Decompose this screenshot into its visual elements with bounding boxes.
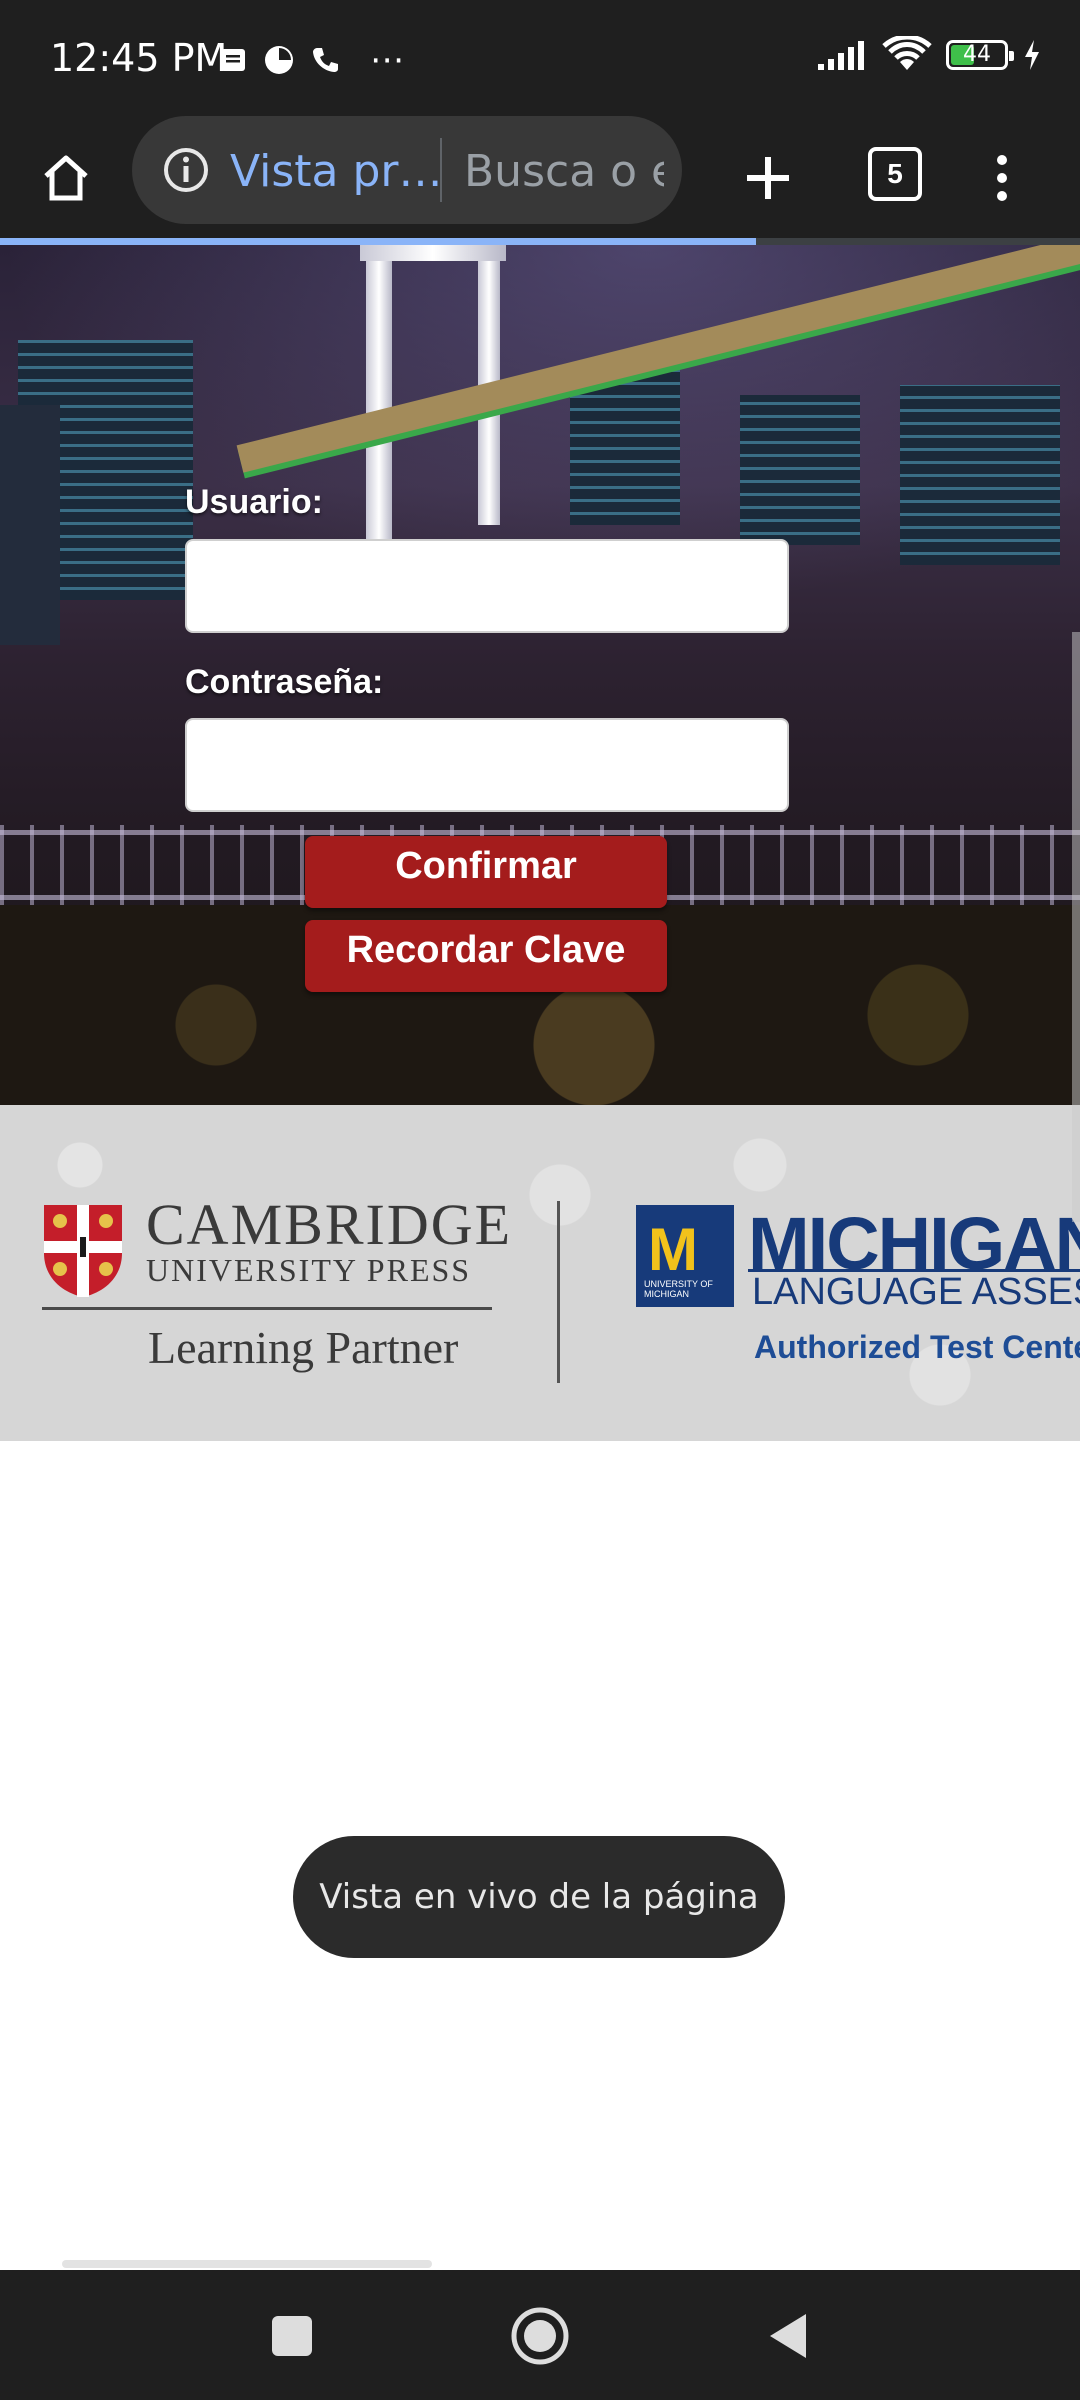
search-input[interactable]: Busca o es (464, 146, 664, 197)
remember-password-button[interactable]: Recordar Clave (305, 920, 667, 992)
phone-icon (313, 48, 338, 72)
michigan-subtitle: LANGUAGE ASSESSMENT (752, 1271, 1080, 1313)
michigan-block-logo: M UNIVERSITY OF MICHIGAN (636, 1205, 734, 1307)
url-text[interactable]: Vista pr… (230, 146, 443, 197)
navigation-bar (0, 2270, 1080, 2400)
cambridge-press: UNIVERSITY PRESS (146, 1252, 472, 1288)
notification-icons: ⋯ (218, 40, 404, 80)
battery-percent: 44 (963, 42, 991, 67)
charging-icon (1025, 40, 1039, 70)
michigan-block-m: M (648, 1216, 698, 1283)
plus-icon (747, 157, 789, 199)
new-tab-button[interactable] (738, 148, 798, 208)
home-icon (44, 155, 88, 201)
info-icon[interactable] (162, 146, 210, 194)
more-vert-icon (997, 155, 1007, 201)
cambridge-logo-text: CAMBRIDGE UNIVERSITY PRESS (146, 1192, 513, 1288)
hero-background: Usuario: Contraseña: Confirmar Recordar … (0, 245, 1080, 1105)
password-label: Contraseña: (185, 663, 384, 701)
back-button[interactable] (756, 2304, 820, 2368)
toast-message: Vista en vivo de la página (293, 1836, 785, 1958)
signal-icon (818, 41, 864, 70)
cambridge-partner-text: Learning Partner (148, 1322, 459, 1373)
square-icon (272, 2316, 312, 2356)
menu-button[interactable] (972, 148, 1032, 208)
omnibox-divider (440, 138, 442, 202)
horizontal-scrollbar[interactable] (62, 2260, 432, 2268)
more-notifications-icon: ⋯ (370, 41, 404, 79)
omnibox[interactable]: Vista pr… Busca o es (132, 116, 682, 224)
back-triangle-icon (770, 2314, 806, 2358)
page-load-progress (0, 238, 1080, 245)
partner-logos: CAMBRIDGE UNIVERSITY PRESS Learning Part… (0, 1105, 1080, 1441)
password-input[interactable] (185, 718, 789, 812)
confirm-button[interactable]: Confirmar (305, 836, 667, 908)
michigan-authorized-text: Authorized Test Center (754, 1329, 1080, 1365)
username-label: Usuario: (185, 483, 323, 521)
logo-divider (557, 1201, 560, 1383)
vertical-scrollbar[interactable] (1072, 632, 1080, 1222)
circle-icon (511, 2307, 569, 2365)
cambridge-name: CAMBRIDGE (146, 1192, 513, 1257)
status-bar: 12:45 PM ⋯ 44 (0, 0, 1080, 118)
cambridge-crest-icon (44, 1205, 122, 1297)
recents-button[interactable] (260, 2304, 324, 2368)
battery-icon: 44 (946, 40, 1014, 70)
page-load-progress-fill (0, 238, 756, 245)
home-nav-button[interactable] (508, 2304, 572, 2368)
app-notification-icon (265, 46, 293, 74)
message-icon (221, 49, 245, 71)
michigan-block-sub: UNIVERSITY OF MICHIGAN (644, 1279, 713, 1299)
tab-switcher-button[interactable]: 5 (868, 147, 922, 201)
status-time: 12:45 PM (50, 36, 228, 80)
username-input[interactable] (185, 539, 789, 633)
home-button[interactable] (36, 148, 96, 208)
system-icons: 44 (816, 36, 1042, 74)
wifi-icon (882, 36, 932, 70)
